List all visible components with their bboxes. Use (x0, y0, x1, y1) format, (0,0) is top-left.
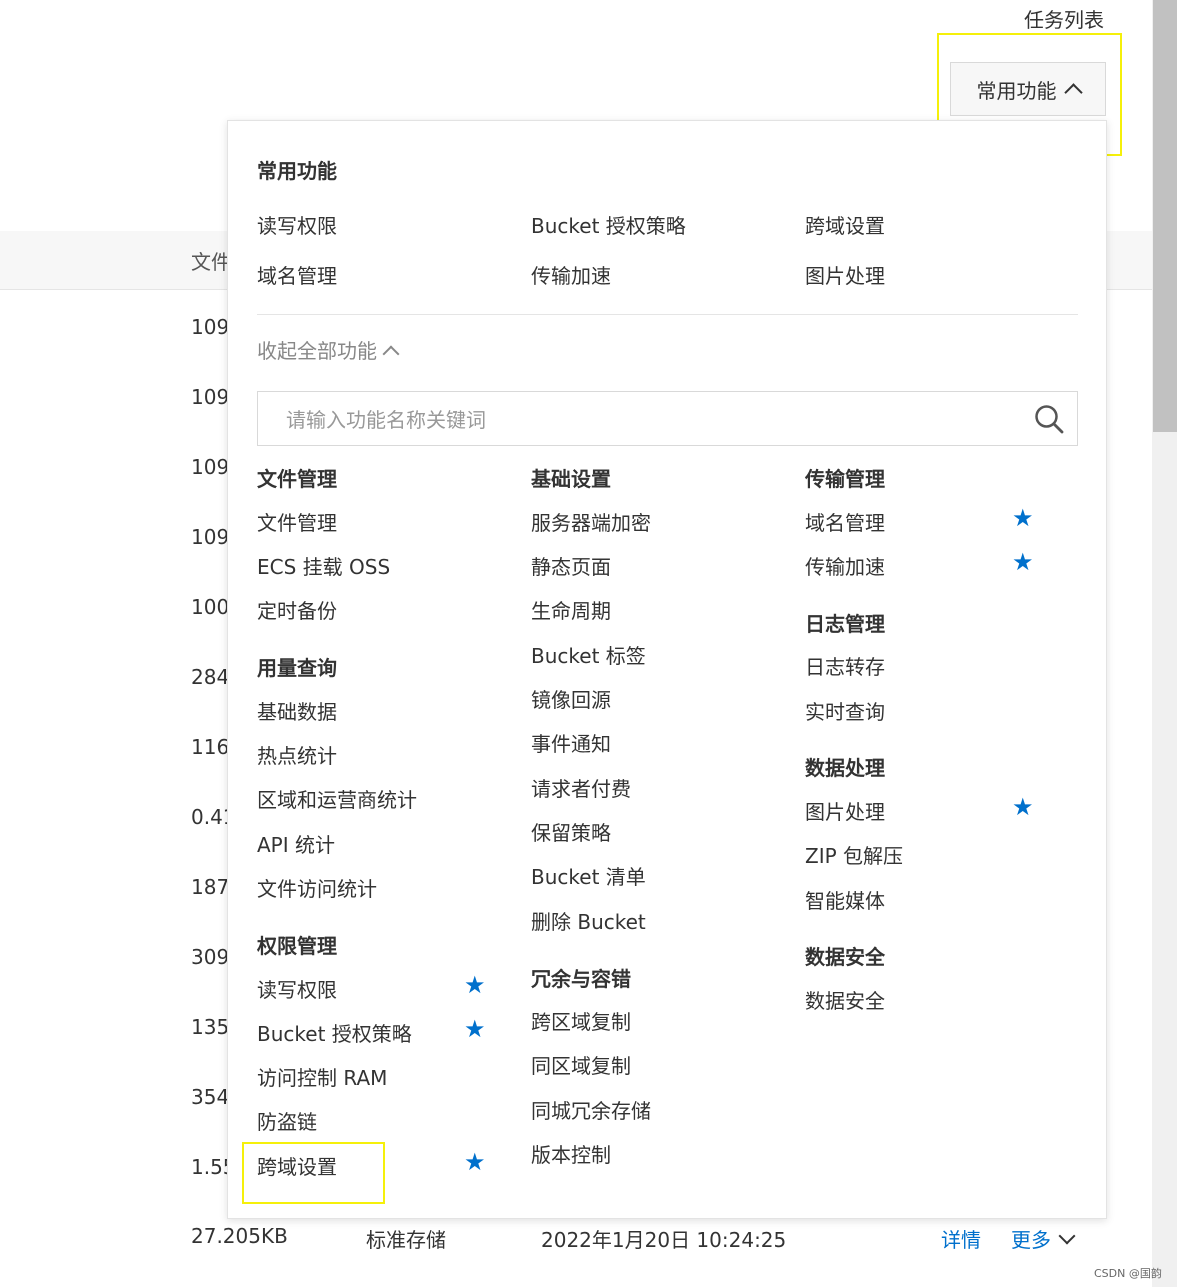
menu-item[interactable]: 事件通知 (531, 728, 611, 757)
collapse-all-label: 收起全部功能 (257, 339, 377, 363)
common-item-bucket-policy[interactable]: Bucket 授权策略 (531, 210, 686, 239)
star-icon[interactable]: ★ (464, 973, 486, 997)
storage-class: 标准存储 (366, 1228, 446, 1252)
menu-item[interactable]: 静态页面 (531, 551, 611, 580)
section-title-permission: 权限管理 (257, 934, 337, 958)
section-title-log: 日志管理 (805, 612, 885, 636)
modified-time: 2022年1月20日 10:24:25 (541, 1228, 787, 1252)
file-size: 27.205KB (191, 1224, 288, 1248)
menu-item[interactable]: 防盗链 (257, 1106, 317, 1135)
menu-item[interactable]: 区域和运营商统计 (257, 784, 417, 813)
menu-item[interactable]: 定时备份 (257, 595, 337, 624)
table-cell: 109 (191, 315, 230, 339)
collapse-all-toggle[interactable]: 收起全部功能 (257, 335, 400, 364)
table-cell: 116 (191, 735, 230, 759)
table-cell: 354 (191, 1085, 230, 1109)
menu-item[interactable]: 同城冗余存储 (531, 1095, 651, 1124)
star-icon[interactable]: ★ (464, 1017, 486, 1041)
menu-item[interactable]: 跨区域复制 (531, 1006, 631, 1035)
table-cell: 284 (191, 665, 230, 689)
menu-item[interactable]: 保留策略 (531, 817, 611, 846)
section-title-basic: 基础设置 (531, 467, 611, 491)
menu-item[interactable]: ECS 挂载 OSS (257, 551, 390, 580)
section-title-file: 文件管理 (257, 467, 337, 491)
task-list-link[interactable]: 任务列表 (1024, 4, 1104, 33)
watermark: CSDN @国韵 (1094, 1267, 1162, 1280)
common-item-domain[interactable]: 域名管理 (257, 260, 337, 289)
section-title-usage: 用量查询 (257, 656, 337, 680)
menu-item[interactable]: Bucket 清单 (531, 861, 646, 890)
section-title-redundancy: 冗余与容错 (531, 967, 631, 991)
scrollbar-thumb[interactable] (1153, 0, 1177, 432)
menu-item[interactable]: API 统计 (257, 829, 335, 858)
highlight-box-cors (242, 1142, 385, 1204)
menu-item[interactable]: Bucket 标签 (531, 640, 646, 669)
section-title-data-process: 数据处理 (805, 756, 885, 780)
more-link-label: 更多 (1011, 1228, 1051, 1252)
menu-item[interactable]: 请求者付费 (531, 773, 631, 802)
search-input[interactable] (258, 392, 1048, 447)
menu-item[interactable]: 文件管理 (257, 507, 337, 536)
common-item-rw-permission[interactable]: 读写权限 (257, 210, 337, 239)
menu-item[interactable]: 传输加速 (805, 551, 885, 580)
table-cell: 109 (191, 385, 230, 409)
menu-item[interactable]: 镜像回源 (531, 684, 611, 713)
search-icon[interactable] (1034, 404, 1064, 434)
menu-item[interactable]: ZIP 包解压 (805, 840, 903, 869)
common-item-cors[interactable]: 跨域设置 (805, 210, 885, 239)
menu-item[interactable]: 服务器端加密 (531, 507, 651, 536)
table-cell: 100 (191, 595, 230, 619)
table-cell: 109 (191, 455, 230, 479)
chevron-down-icon (1058, 1227, 1076, 1245)
table-cell: 135 (191, 1015, 230, 1039)
menu-item[interactable]: 基础数据 (257, 696, 337, 725)
menu-item[interactable]: 热点统计 (257, 740, 337, 769)
star-icon[interactable]: ★ (1012, 795, 1034, 819)
column-header-file: 文件 (191, 250, 231, 274)
section-title-transfer: 传输管理 (805, 467, 885, 491)
menu-item[interactable]: 文件访问统计 (257, 873, 377, 902)
menu-item[interactable]: 数据安全 (805, 985, 885, 1014)
menu-item[interactable]: 日志转存 (805, 651, 885, 680)
menu-item[interactable]: 图片处理 (805, 796, 885, 825)
more-dropdown[interactable]: 更多 (1011, 1224, 1076, 1253)
table-cell: 309 (191, 945, 230, 969)
common-item-image-process[interactable]: 图片处理 (805, 260, 885, 289)
star-icon[interactable]: ★ (464, 1150, 486, 1174)
menu-item[interactable]: 实时查询 (805, 696, 885, 725)
star-icon[interactable]: ★ (1012, 550, 1034, 574)
menu-item[interactable]: Bucket 授权策略 (257, 1018, 412, 1047)
common-functions-panel: 常用功能 读写权限 Bucket 授权策略 跨域设置 域名管理 传输加速 图片处… (227, 120, 1107, 1219)
menu-item[interactable]: 同区域复制 (531, 1050, 631, 1079)
common-section-title: 常用功能 (257, 159, 337, 183)
menu-item[interactable]: 域名管理 (805, 507, 885, 536)
section-title-data-security: 数据安全 (805, 945, 885, 969)
table-cell: 109 (191, 525, 230, 549)
table-cell: 187 (191, 875, 230, 899)
chevron-up-icon (382, 345, 400, 363)
star-icon[interactable]: ★ (1012, 506, 1034, 530)
menu-item[interactable]: 删除 Bucket (531, 906, 646, 935)
divider (257, 314, 1078, 315)
menu-item[interactable]: 生命周期 (531, 595, 611, 624)
menu-item[interactable]: 访问控制 RAM (257, 1062, 387, 1091)
details-link[interactable]: 详情 (941, 1224, 981, 1253)
common-item-transfer-accel[interactable]: 传输加速 (531, 260, 611, 289)
menu-item[interactable]: 智能媒体 (805, 885, 885, 914)
function-search (257, 391, 1078, 447)
menu-item[interactable]: 读写权限 (257, 974, 337, 1003)
menu-item[interactable]: 版本控制 (531, 1139, 611, 1168)
